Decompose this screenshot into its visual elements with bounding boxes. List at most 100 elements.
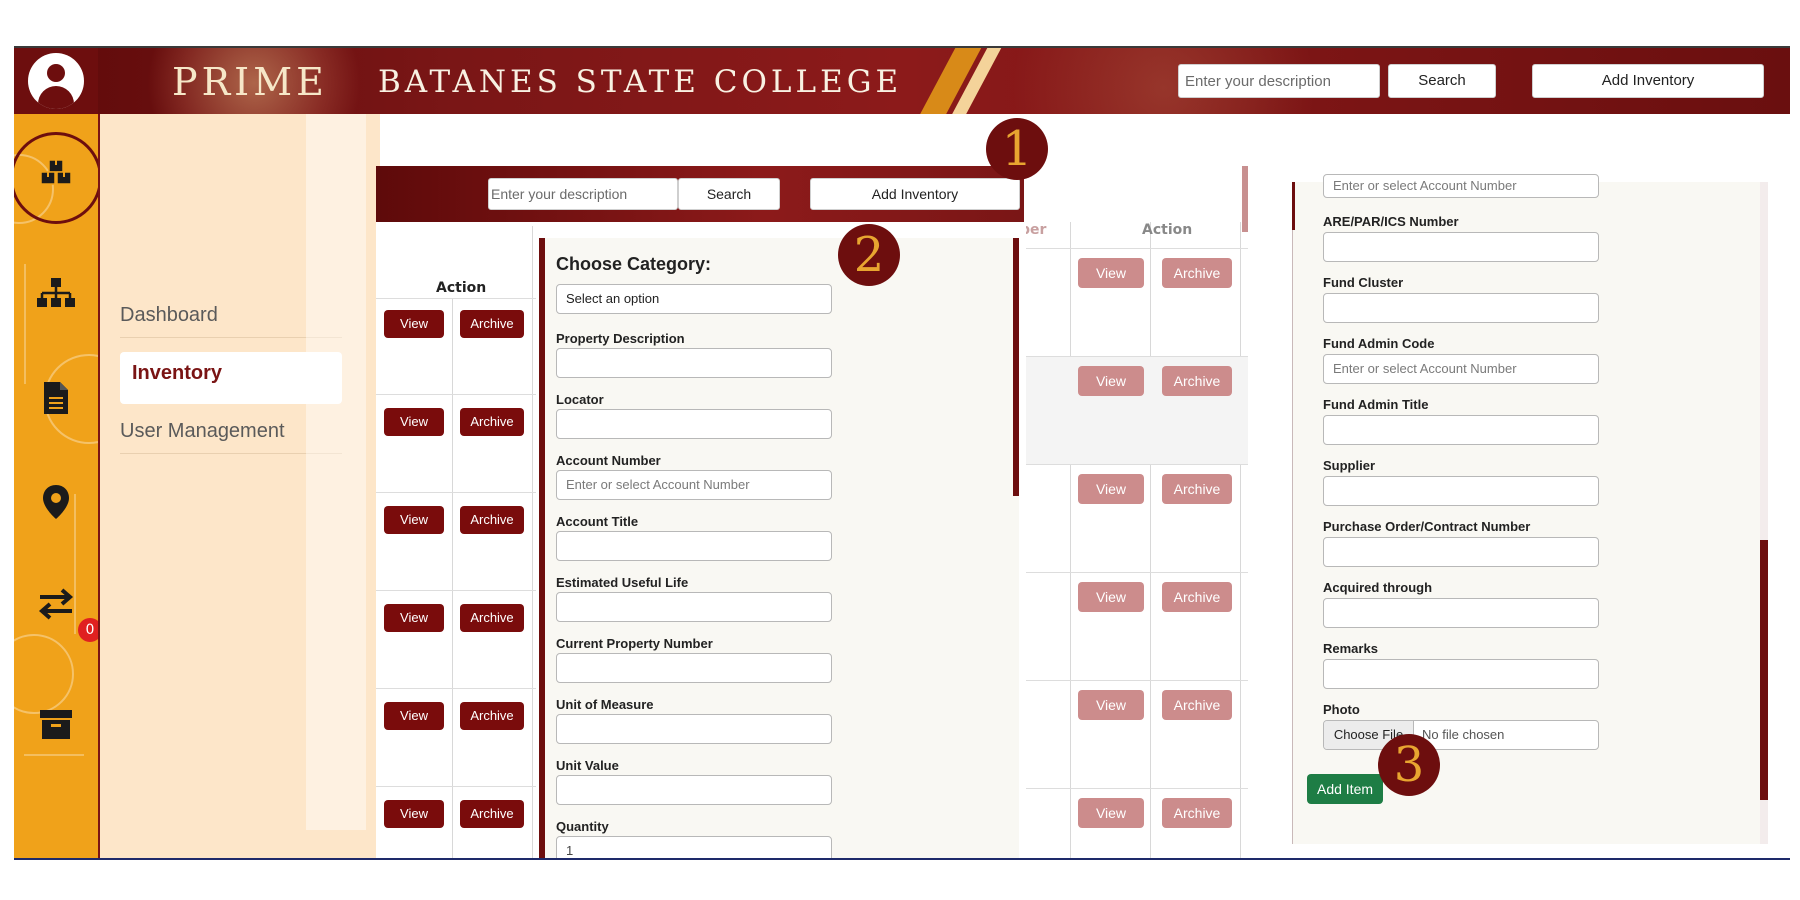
- fund-admin-code-input[interactable]: Enter or select Account Number: [1323, 354, 1599, 384]
- add-item-button[interactable]: Add Item: [1307, 774, 1383, 804]
- brand-logo: PRIME: [172, 60, 328, 104]
- archive-button[interactable]: Archive: [460, 604, 524, 632]
- top-header: PRIME BATANES STATE COLLEGE Enter your d…: [14, 48, 1790, 114]
- account-number-input[interactable]: Enter or select Account Number: [1323, 174, 1599, 198]
- column-header-partial: ber: [1026, 222, 1047, 238]
- unit-of-measure-label: Unit of Measure: [556, 697, 654, 712]
- step-marker: 3: [1378, 734, 1440, 796]
- fund-admin-title-label: Fund Admin Title: [1323, 397, 1429, 412]
- add-item-form: Enter or select Account Number ARE/PAR/I…: [1292, 174, 1768, 844]
- view-button[interactable]: View: [1078, 690, 1144, 720]
- inventory-screenshot-panel: Enter your description Search Add Invent…: [376, 166, 1024, 858]
- archive-button[interactable]: Archive: [460, 310, 524, 338]
- archive-button[interactable]: Archive: [460, 408, 524, 436]
- inventory-table: Action View Archive View Archive View Ar…: [376, 226, 536, 858]
- add-item-form-panel: Enter or select Account Number ARE/PAR/I…: [1264, 166, 1784, 858]
- current-property-number-input[interactable]: [556, 653, 832, 683]
- fund-admin-title-input[interactable]: [1323, 415, 1599, 445]
- view-button[interactable]: View: [384, 506, 444, 534]
- panel-search-button[interactable]: Search: [678, 178, 780, 210]
- estimated-useful-life-input[interactable]: [556, 592, 832, 622]
- unit-value-input[interactable]: [556, 775, 832, 805]
- category-select[interactable]: Select an option: [556, 284, 832, 314]
- remarks-label: Remarks: [1323, 641, 1378, 656]
- quantity-input[interactable]: 1: [556, 836, 832, 858]
- form-scrollbar[interactable]: [1760, 182, 1768, 844]
- document-icon[interactable]: [36, 378, 76, 418]
- archive-box-icon[interactable]: [36, 704, 76, 744]
- unit-value-label: Unit Value: [556, 758, 619, 773]
- fund-admin-code-label: Fund Admin Code: [1323, 336, 1435, 351]
- locator-label: Locator: [556, 392, 604, 407]
- college-title: BATANES STATE COLLEGE: [378, 64, 903, 100]
- org-chart-icon[interactable]: [36, 274, 76, 314]
- inventory-boxes-icon[interactable]: [36, 156, 76, 196]
- archive-button[interactable]: Archive: [1162, 582, 1232, 612]
- estimated-useful-life-label: Estimated Useful Life: [556, 575, 689, 590]
- photo-file-input[interactable]: Choose File No file chosen: [1323, 720, 1599, 750]
- search-button[interactable]: Search: [1388, 64, 1496, 98]
- view-button[interactable]: View: [1078, 582, 1144, 612]
- icon-sidebar: 0: [14, 114, 98, 858]
- archive-button[interactable]: Archive: [1162, 258, 1232, 288]
- archive-button[interactable]: Archive: [460, 800, 524, 828]
- archive-button[interactable]: Archive: [1162, 366, 1232, 396]
- remarks-input[interactable]: [1323, 659, 1599, 689]
- archive-button[interactable]: Archive: [1162, 798, 1232, 828]
- archive-button[interactable]: Archive: [1162, 474, 1232, 504]
- add-inventory-button[interactable]: Add Inventory: [1532, 64, 1764, 98]
- table-scrollbar[interactable]: [1242, 166, 1248, 232]
- archive-button[interactable]: Archive: [460, 702, 524, 730]
- view-button[interactable]: View: [384, 702, 444, 730]
- view-button[interactable]: View: [1078, 366, 1144, 396]
- action-column-header: Action: [436, 280, 487, 296]
- add-inventory-form: Choose Category: Select an option Proper…: [539, 238, 1019, 858]
- property-description-label: Property Description: [556, 331, 685, 346]
- profile-area[interactable]: [14, 48, 98, 114]
- view-button[interactable]: View: [384, 310, 444, 338]
- form-scrollbar[interactable]: [1013, 238, 1019, 496]
- step-marker: 2: [838, 224, 900, 286]
- account-number-input[interactable]: Enter or select Account Number: [556, 470, 832, 500]
- supplier-input[interactable]: [1323, 476, 1599, 506]
- supplier-label: Supplier: [1323, 458, 1376, 473]
- search-input[interactable]: Enter your description: [1178, 64, 1380, 98]
- step-marker: 1: [986, 118, 1048, 180]
- quantity-label: Quantity: [556, 819, 609, 834]
- account-title-label: Account Title: [556, 514, 639, 529]
- fund-cluster-label: Fund Cluster: [1323, 275, 1404, 290]
- archive-button[interactable]: Archive: [1162, 690, 1232, 720]
- view-button[interactable]: View: [384, 604, 444, 632]
- panel-search-input[interactable]: Enter your description: [488, 178, 678, 210]
- acquired-through-label: Acquired through: [1323, 580, 1433, 595]
- unit-of-measure-input[interactable]: [556, 714, 832, 744]
- transfer-arrows-icon[interactable]: [36, 584, 76, 624]
- file-name-text: No file chosen: [1422, 727, 1505, 742]
- account-number-label: Account Number: [556, 453, 661, 468]
- notification-badge: 0: [78, 618, 98, 642]
- panel-header: Enter your description Search Add Invent…: [376, 166, 1024, 222]
- archive-button[interactable]: Archive: [460, 506, 524, 534]
- user-avatar-icon[interactable]: [28, 53, 84, 109]
- purchase-order-label: Purchase Order/Contract Number: [1323, 519, 1531, 534]
- property-description-input[interactable]: [556, 348, 832, 378]
- view-button[interactable]: View: [1078, 258, 1144, 288]
- fund-cluster-input[interactable]: [1323, 293, 1599, 323]
- are-par-ics-label: ARE/PAR/ICS Number: [1323, 214, 1459, 229]
- action-column-header: Action: [1142, 222, 1193, 238]
- view-button[interactable]: View: [1078, 474, 1144, 504]
- current-property-number-label: Current Property Number: [556, 636, 713, 651]
- overlay-fade: [306, 114, 366, 830]
- account-title-input[interactable]: [556, 531, 832, 561]
- location-pin-icon[interactable]: [36, 482, 76, 522]
- acquired-through-input[interactable]: [1323, 598, 1599, 628]
- purchase-order-input[interactable]: [1323, 537, 1599, 567]
- are-par-ics-input[interactable]: [1323, 232, 1599, 262]
- locator-input[interactable]: [556, 409, 832, 439]
- panel-add-inventory-button[interactable]: Add Inventory: [810, 178, 1020, 210]
- view-button[interactable]: View: [1078, 798, 1144, 828]
- view-button[interactable]: View: [384, 800, 444, 828]
- faded-table-panel: ber Action View Archive View Archive Vie…: [1026, 166, 1248, 858]
- view-button[interactable]: View: [384, 408, 444, 436]
- choose-category-heading: Choose Category:: [556, 254, 712, 274]
